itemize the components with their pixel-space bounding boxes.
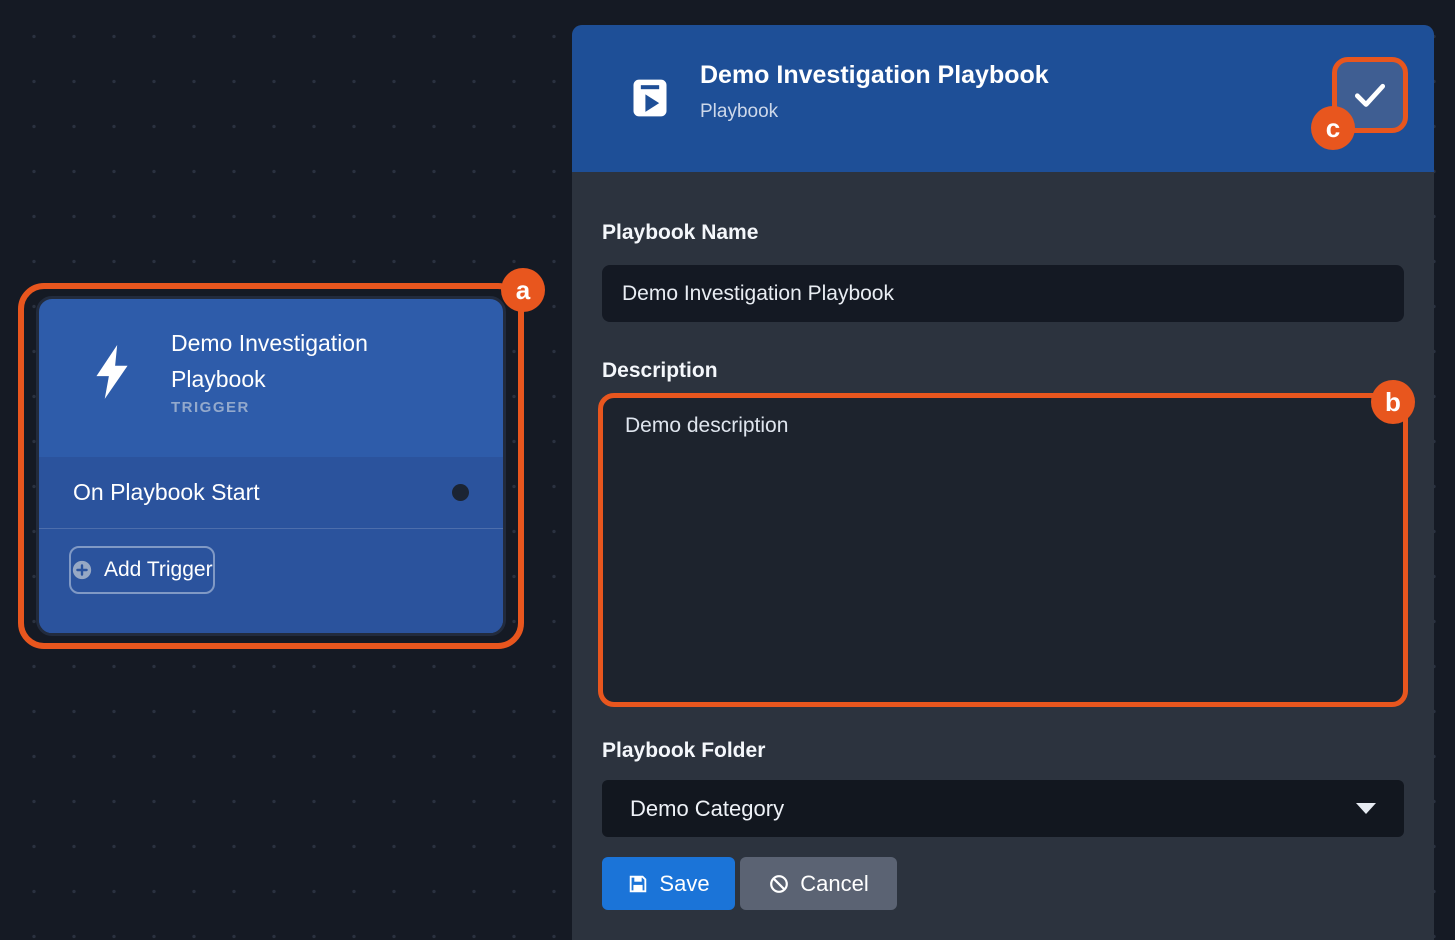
trigger-node-header: Demo Investigation Playbook TRIGGER <box>39 299 503 457</box>
trigger-port-dot[interactable] <box>452 484 469 501</box>
trigger-row-on-playbook-start[interactable]: On Playbook Start <box>39 457 503 529</box>
description-label: Description <box>602 359 718 383</box>
trigger-node-title: Demo Investigation Playbook <box>171 325 421 397</box>
description-textarea[interactable]: Demo description <box>603 398 1403 702</box>
chevron-down-icon <box>1356 803 1376 814</box>
playbook-editor-panel: Demo Investigation Playbook Playbook c P… <box>572 25 1434 940</box>
annotation-badge-c-label: c <box>1326 113 1340 144</box>
playbook-name-label: Playbook Name <box>602 221 758 245</box>
save-floppy-icon <box>627 873 649 895</box>
annotation-badge-a: a <box>501 268 545 312</box>
playbook-folder-value: Demo Category <box>630 796 784 822</box>
save-button-label: Save <box>659 871 709 897</box>
playbook-trigger-node[interactable]: Demo Investigation Playbook TRIGGER On P… <box>36 296 506 636</box>
annotation-badge-b-label: b <box>1385 387 1401 418</box>
trigger-node-body: On Playbook Start Add Trigger <box>39 457 503 633</box>
panel-subtitle: Playbook <box>700 101 778 123</box>
save-button[interactable]: Save <box>602 857 735 910</box>
playbook-folder-label: Playbook Folder <box>602 739 765 763</box>
annotation-badge-c: c <box>1311 106 1355 150</box>
cancel-button[interactable]: Cancel <box>740 857 897 910</box>
playbook-name-input[interactable] <box>602 265 1404 322</box>
panel-title: Demo Investigation Playbook <box>700 61 1049 90</box>
checkmark-icon <box>1351 76 1389 114</box>
panel-header: Demo Investigation Playbook Playbook <box>572 25 1434 172</box>
lightning-bolt-icon <box>91 345 133 401</box>
add-trigger-label: Add Trigger <box>104 558 213 582</box>
plus-circle-icon <box>71 559 93 581</box>
trigger-row-label: On Playbook Start <box>73 479 260 506</box>
annotation-box-b: Demo description <box>598 393 1408 707</box>
add-trigger-button[interactable]: Add Trigger <box>69 546 215 594</box>
playbook-icon <box>628 75 672 121</box>
playbook-folder-select[interactable]: Demo Category <box>602 780 1404 837</box>
cancel-ban-icon <box>768 873 790 895</box>
annotation-badge-a-label: a <box>516 275 530 306</box>
annotation-badge-b: b <box>1371 380 1415 424</box>
cancel-button-label: Cancel <box>800 871 868 897</box>
trigger-node-type-label: TRIGGER <box>171 399 250 416</box>
